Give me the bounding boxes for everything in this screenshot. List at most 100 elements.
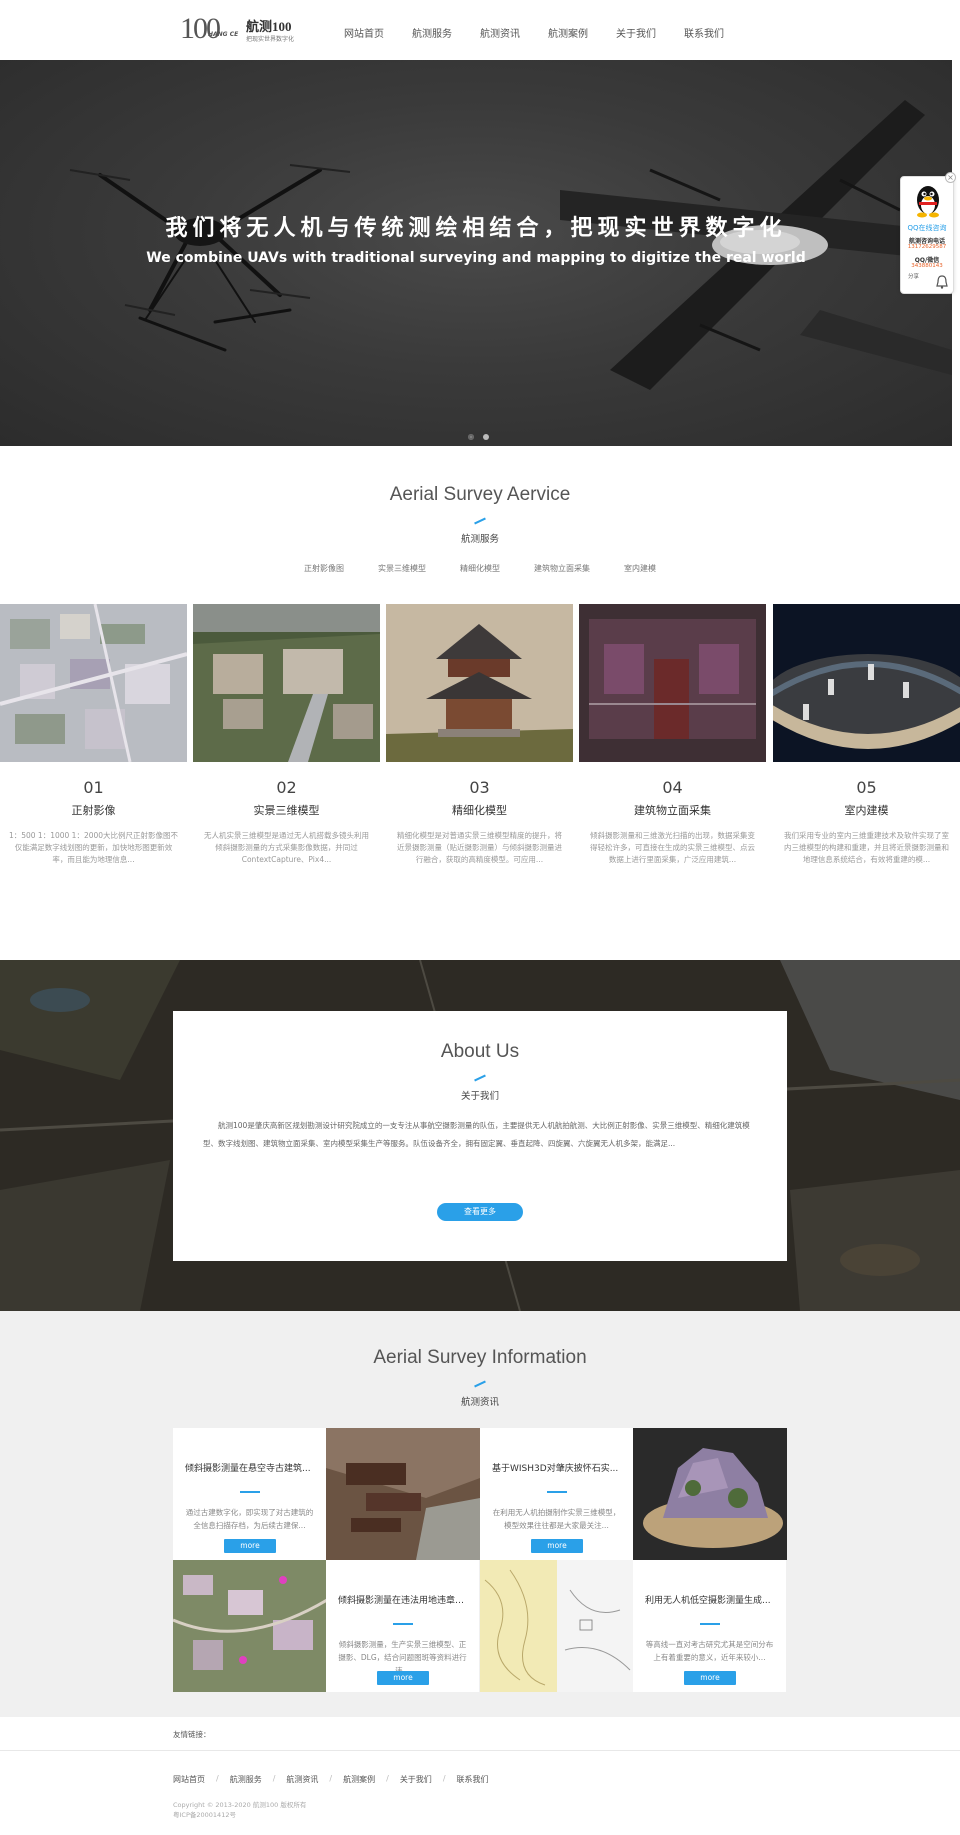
- more-button[interactable]: more: [224, 1539, 276, 1553]
- info-subtitle: 航测资讯: [460, 1397, 499, 1408]
- article-tile-4[interactable]: 利用无人机低空摄影测量生成... 等高线一直对考古研究尤其是空间分布上有着重要的…: [633, 1560, 786, 1692]
- copyright: Copyright © 2013-2020 航测100 版权所有 粤ICP备20…: [173, 1800, 306, 1820]
- logo-number: 100: [180, 12, 221, 45]
- qq-online-label[interactable]: QQ在线咨询: [901, 223, 953, 233]
- indoor-image: [761, 604, 960, 762]
- more-button[interactable]: more: [531, 1539, 583, 1553]
- nav-services[interactable]: 航测服务: [412, 0, 452, 60]
- about-title: About Us: [440, 1041, 520, 1062]
- tab-indoor[interactable]: 室内建模: [624, 563, 656, 574]
- services-divider: [474, 517, 486, 525]
- card-number: 01: [83, 778, 104, 797]
- card-number: 03: [469, 778, 490, 797]
- footer-nav-cases[interactable]: 航测案例: [343, 1774, 375, 1785]
- services-tabs: 正射影像图 实景三维模型 精细化模型 建筑物立面采集 室内建模: [0, 563, 960, 574]
- card-description: 无人机实景三维模型是通过无人机搭载多镜头利用倾斜摄影测量的方式采集影像数据，并同…: [204, 831, 369, 864]
- footer-nav-about[interactable]: 关于我们: [400, 1774, 432, 1785]
- article-excerpt: 在利用无人机拍摄制作实景三维模型，模型效果往往都是大家最关注...: [492, 1508, 621, 1530]
- header: 100 HANG CE 航测100 把现实世界数字化 网站首页 航测服务 航测资…: [0, 0, 960, 60]
- article-excerpt: 等高线一直对考古研究尤其是空间分布上有着重要的意义，近年来较小...: [645, 1640, 774, 1662]
- tab-3d-model[interactable]: 实景三维模型: [378, 563, 426, 574]
- banner-subtitle: We combine UAVs with traditional surveyi…: [146, 250, 806, 266]
- article-tile-2[interactable]: 基于WISH3D对肇庆披怀石实... 在利用无人机拍摄制作实景三维模型，模型效果…: [480, 1428, 633, 1560]
- tab-facade[interactable]: 建筑物立面采集: [534, 563, 590, 574]
- article-photo-3[interactable]: [173, 1560, 327, 1692]
- carousel-dot-1[interactable]: [468, 434, 474, 440]
- card-number: 04: [662, 778, 683, 797]
- service-card-4[interactable]: 04 建筑物立面采集 倾斜摄影测量和三维激光扫描的出现，数据采集变得轻松许多，可…: [579, 604, 766, 866]
- more-button[interactable]: more: [377, 1671, 429, 1685]
- article-title[interactable]: 倾斜摄影测量在悬空寺古建筑...: [185, 1461, 317, 1474]
- card-number: 05: [856, 778, 877, 797]
- nav-contact[interactable]: 联系我们: [684, 0, 724, 60]
- footer-separator: /: [216, 1774, 219, 1783]
- card-title: 建筑物立面采集: [634, 804, 711, 817]
- service-card-2[interactable]: 02 实景三维模型 无人机实景三维模型是通过无人机搭载多镜头利用倾斜摄影测量的方…: [193, 604, 380, 866]
- 3d-model-image: [193, 604, 380, 762]
- footer-separator: /: [329, 1774, 333, 1783]
- qq-number: 343880143: [911, 263, 943, 269]
- article-divider: [547, 1491, 567, 1493]
- facade-image: [579, 604, 766, 762]
- footer-nav-home[interactable]: 网站首页: [173, 1774, 205, 1785]
- nav-about[interactable]: 关于我们: [616, 0, 656, 60]
- tab-fine-model[interactable]: 精细化模型: [460, 563, 500, 574]
- tab-ortho[interactable]: 正射影像图: [304, 563, 344, 574]
- article-title[interactable]: 基于WISH3D对肇庆披怀石实...: [492, 1461, 624, 1474]
- friend-links-row: 友情链接：: [0, 1717, 960, 1751]
- footer-separator: /: [442, 1774, 446, 1783]
- friend-links-label: 友情链接：: [173, 1730, 211, 1739]
- share-button[interactable]: 分享: [908, 274, 920, 281]
- hero-banner: 我们将无人机与传统测绘相结合，把现实世界数字化 We combine UAVs …: [0, 60, 952, 446]
- rock-model-image: [633, 1428, 787, 1560]
- footer: 网站首页 / 航测服务 / 航测资讯 / 航测案例 / 关于我们 / 联系我们 …: [0, 1752, 960, 1835]
- card-title: 精细化模型: [452, 804, 507, 817]
- service-card-5[interactable]: 05 室内建模 我们采用专业的室内三维重建技术及软件实现了室内三维模型的构建和重…: [761, 604, 960, 866]
- article-tile-3[interactable]: 倾斜摄影测量在违法用地违章建... 倾斜摄影测量，生产实景三维模型、正摄影、DL…: [326, 1560, 479, 1692]
- logo[interactable]: 100 HANG CE 航测100 把现实世界数字化: [180, 12, 300, 46]
- footer-nav-services[interactable]: 航测服务: [230, 1774, 262, 1785]
- service-card-3[interactable]: 03 精细化模型 精细化模型是对普通实景三维模型精度的提升，将近景摄影测量（贴近…: [386, 604, 573, 866]
- qq-consult-widget: × QQ在线咨询 航测咨询电话 13172629587 QQ/微信 343880…: [900, 172, 956, 294]
- icp-number[interactable]: 粤ICP备20001412号: [173, 1810, 306, 1820]
- article-photo-4[interactable]: [480, 1560, 634, 1692]
- service-card-1[interactable]: 01 正射影像 1：500 1：1000 1：2000大比例尺正射影像图不仅能满…: [0, 603, 188, 866]
- penguin-icon[interactable]: [914, 183, 942, 219]
- services-subtitle: 航测服务: [460, 534, 499, 545]
- card-description: 我们采用专业的室内三维重建技术及软件实现了室内三维模型的构建和重建，并且将近景摄…: [784, 831, 949, 864]
- article-divider: [700, 1623, 720, 1625]
- footer-nav-contact[interactable]: 联系我们: [457, 1774, 489, 1785]
- article-divider: [240, 1491, 260, 1493]
- services-title: Aerial Survey Aervice: [389, 484, 571, 505]
- article-excerpt: 通过古建数字化，即实现了对古建筑的全信息扫描存档，为后续古建保...: [185, 1508, 314, 1530]
- more-button[interactable]: more: [684, 1671, 736, 1685]
- close-icon[interactable]: ×: [945, 172, 956, 183]
- article-photo-1[interactable]: [326, 1428, 480, 1560]
- card-title: 室内建模: [844, 804, 889, 817]
- article-title[interactable]: 利用无人机低空摄影测量生成...: [645, 1593, 777, 1606]
- logo-mark: HANG CE: [208, 31, 239, 38]
- bell-icon[interactable]: [936, 275, 948, 289]
- card-description: 精细化模型是对普通实景三维模型精度的提升，将近景摄影测量（贴近摄影测量）与倾斜摄…: [397, 831, 562, 864]
- view-more-button[interactable]: 查看更多: [437, 1203, 523, 1221]
- nav-cases[interactable]: 航测案例: [548, 0, 588, 60]
- ortho-image: [0, 603, 188, 763]
- card-number: 02: [276, 778, 297, 797]
- copyright-text: Copyright © 2013-2020 航测100 版权所有: [173, 1801, 307, 1809]
- footer-nav-news[interactable]: 航测资讯: [286, 1774, 318, 1785]
- nav-news[interactable]: 航测资讯: [480, 0, 520, 60]
- carousel-dot-2[interactable]: [483, 434, 489, 440]
- nav-home[interactable]: 网站首页: [344, 0, 384, 60]
- article-title[interactable]: 倾斜摄影测量在违法用地违章建...: [338, 1593, 470, 1606]
- about-subtitle: 关于我们: [460, 1091, 499, 1102]
- card-title: 实景三维模型: [253, 804, 320, 817]
- carousel-dots: [468, 434, 498, 440]
- card-description: 1：500 1：1000 1：2000大比例尺正射影像图不仅能满足数字线划图的更…: [8, 831, 179, 864]
- contour-map-image: [480, 1560, 634, 1692]
- article-tile-1[interactable]: 倾斜摄影测量在悬空寺古建筑... 通过古建数字化，即实现了对古建筑的全信息扫描存…: [173, 1428, 326, 1560]
- hanging-temple-image: [326, 1428, 480, 1560]
- page: 100 HANG CE 航测100 把现实世界数字化 网站首页 航测服务 航测资…: [0, 0, 960, 1835]
- footer-nav: 网站首页 / 航测服务 / 航测资讯 / 航测案例 / 关于我们 / 联系我们: [173, 1774, 489, 1785]
- article-photo-2[interactable]: [633, 1428, 787, 1560]
- main-nav: 网站首页 航测服务 航测资讯 航测案例 关于我们 联系我们: [344, 0, 752, 60]
